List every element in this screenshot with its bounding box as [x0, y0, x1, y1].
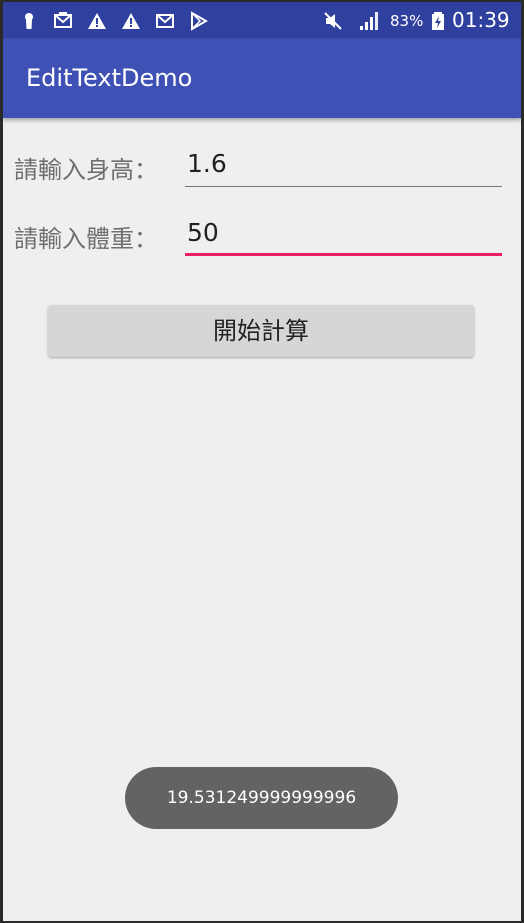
height-input[interactable]: 1.6	[185, 147, 502, 187]
keyhole-icon	[19, 11, 39, 31]
app-bar: EditTextDemo	[3, 38, 521, 118]
weight-label: 請輸入體重：	[14, 225, 158, 253]
calculate-button[interactable]: 開始計算	[48, 305, 474, 357]
height-label: 請輸入身高：	[14, 156, 158, 184]
result-toast: 19.531249999999996	[125, 767, 398, 829]
status-bar: 83% 01:39	[3, 2, 521, 38]
weight-input-value: 50	[187, 218, 219, 247]
mail-icon	[53, 11, 73, 31]
mute-icon	[323, 11, 343, 31]
weight-input-underline	[185, 253, 502, 256]
height-input-underline	[185, 186, 502, 187]
phone-screen: 83% 01:39 EditTextDemo 請輸入身高： 1.6 請輸入體重：…	[3, 2, 521, 921]
play-store-icon	[189, 11, 209, 31]
weight-input[interactable]: 50	[185, 216, 502, 256]
warning-icon	[121, 11, 141, 31]
gmail-icon	[155, 11, 175, 31]
signal-icon	[358, 11, 378, 31]
clock: 01:39	[452, 8, 510, 32]
height-input-value: 1.6	[187, 149, 227, 178]
battery-percent: 83%	[390, 12, 424, 30]
warning-icon	[87, 11, 107, 31]
battery-charging-icon	[428, 11, 448, 31]
app-title: EditTextDemo	[26, 64, 193, 92]
